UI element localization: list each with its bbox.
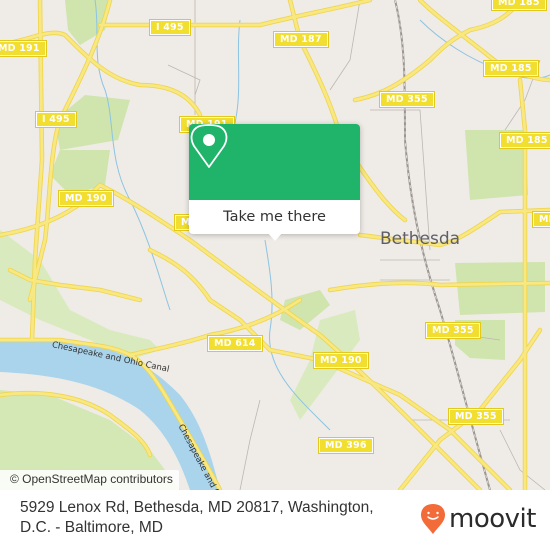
route-shield-md: MD bbox=[532, 211, 550, 228]
moovit-logo[interactable]: moovit bbox=[420, 503, 536, 535]
route-shield-md614: MD 614 bbox=[207, 335, 263, 352]
route-shield-md190: MD 190 bbox=[313, 352, 369, 369]
route-shield-md187: MD 187 bbox=[273, 31, 329, 48]
route-shield-md190: MD 190 bbox=[58, 190, 114, 207]
place-label-bethesda: Bethesda bbox=[380, 229, 461, 249]
route-shield-md355: MD 355 bbox=[448, 408, 504, 425]
route-shield-md185: MD 185 bbox=[483, 60, 539, 77]
route-shield-md396: MD 396 bbox=[318, 437, 374, 454]
route-shield-md185: MD 185 bbox=[499, 132, 550, 149]
route-shield-md185: MD 185 bbox=[491, 0, 547, 11]
park-area bbox=[455, 262, 545, 315]
take-me-there-button[interactable]: Take me there bbox=[189, 200, 360, 234]
brand-name: moovit bbox=[449, 504, 536, 534]
route-shield-i495: I 495 bbox=[35, 111, 77, 128]
map-pin-icon bbox=[190, 124, 228, 168]
moovit-pin-icon bbox=[421, 504, 445, 534]
osm-attribution[interactable]: © OpenStreetMap contributors bbox=[0, 470, 179, 490]
footer: 5929 Lenox Rd, Bethesda, MD 20817, Washi… bbox=[0, 490, 550, 550]
park-area bbox=[50, 150, 110, 195]
location-popup: Take me there bbox=[189, 124, 360, 241]
address-text: 5929 Lenox Rd, Bethesda, MD 20817, Washi… bbox=[20, 499, 374, 536]
route-shield-md355: MD 355 bbox=[425, 322, 481, 339]
route-shield-md191: MD 191 bbox=[0, 40, 47, 57]
popup-tail bbox=[267, 232, 283, 241]
route-shield-md355: MD 355 bbox=[379, 91, 435, 108]
popup-header bbox=[189, 124, 360, 200]
route-shield-i495: I 495 bbox=[149, 19, 191, 36]
map[interactable]: I 495 I 495 MD 191 MD 191 MD 187 MD 185 … bbox=[0, 0, 550, 490]
